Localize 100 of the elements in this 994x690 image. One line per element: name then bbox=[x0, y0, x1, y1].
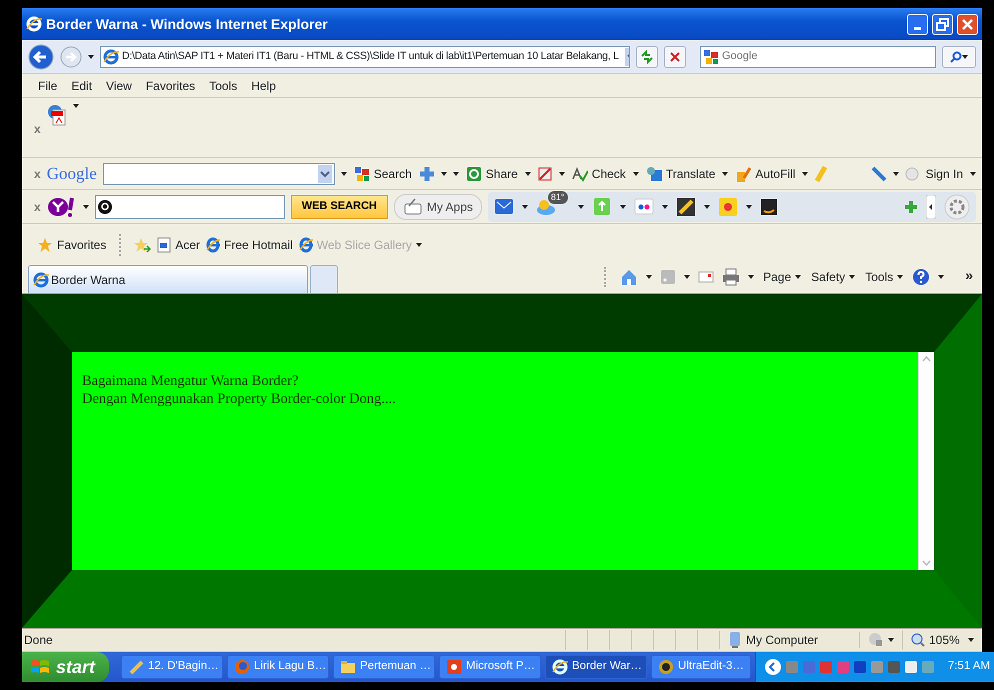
caret-icon[interactable] bbox=[578, 204, 584, 208]
toolbar-close[interactable]: x bbox=[34, 198, 41, 216]
ie-logo-icon bbox=[552, 659, 568, 675]
caret-icon[interactable] bbox=[684, 274, 690, 278]
status-text: Done bbox=[24, 632, 54, 649]
add-favorite-icon[interactable] bbox=[133, 237, 152, 253]
plus-icon[interactable] bbox=[418, 166, 435, 182]
caret-icon[interactable] bbox=[704, 204, 710, 208]
sign-in-button[interactable]: Sign In bbox=[924, 164, 964, 184]
caret-icon[interactable] bbox=[88, 54, 94, 58]
my-apps-button[interactable]: My Apps bbox=[394, 194, 482, 220]
caret-icon[interactable] bbox=[892, 172, 899, 176]
minimize-button[interactable] bbox=[907, 14, 928, 34]
toolbar-button[interactable]: AutoFill bbox=[734, 164, 796, 184]
mail-icon[interactable] bbox=[494, 196, 514, 216]
settings-icon[interactable] bbox=[944, 194, 970, 220]
ie-logo-icon bbox=[298, 237, 313, 253]
menu-item[interactable]: Favorites bbox=[146, 76, 196, 94]
search-box[interactable]: Google bbox=[700, 46, 936, 68]
zoom-icon bbox=[911, 633, 925, 647]
yahoo-logo-icon[interactable] bbox=[46, 196, 77, 218]
shopping-app-icon[interactable] bbox=[718, 196, 738, 216]
address-field[interactable]: D:\Data Atin\SAP IT1 + Materi IT1 (Baru - HTML & CSS)\Slide IT untuk di lab\it1\Pertemuan 10 Latar Belakang, L bbox=[100, 46, 630, 68]
mail-icon[interactable] bbox=[698, 270, 714, 284]
caret-icon[interactable] bbox=[340, 172, 347, 176]
ie-logo-icon bbox=[103, 48, 119, 64]
back-icon[interactable] bbox=[28, 44, 54, 70]
home-icon[interactable] bbox=[620, 268, 638, 286]
taskbar-item[interactable]: 12. D'Bagin… bbox=[121, 655, 224, 679]
caret-icon[interactable] bbox=[722, 172, 728, 176]
google-icon bbox=[354, 166, 370, 182]
menu-item[interactable]: Tools bbox=[209, 76, 238, 94]
taskbar-item[interactable]: Border War… bbox=[545, 655, 648, 679]
caret-icon[interactable] bbox=[524, 172, 531, 176]
expand-icon[interactable] bbox=[764, 658, 782, 676]
collapse-icon[interactable] bbox=[926, 194, 936, 218]
zoom-button[interactable]: 105% bbox=[902, 630, 980, 650]
caret-icon[interactable] bbox=[558, 172, 565, 176]
toolbar-button[interactable]: Check bbox=[570, 164, 627, 184]
toolbar-button[interactable]: Search bbox=[352, 164, 413, 184]
refresh-button[interactable] bbox=[636, 46, 658, 68]
more-button[interactable]: » bbox=[964, 266, 974, 282]
caret-icon[interactable] bbox=[748, 274, 754, 278]
print-icon[interactable] bbox=[722, 268, 740, 286]
help-icon[interactable] bbox=[912, 268, 930, 286]
caret-icon[interactable] bbox=[620, 204, 626, 208]
search-icon bbox=[950, 50, 962, 62]
caret-icon[interactable] bbox=[888, 638, 894, 642]
restore-button[interactable] bbox=[932, 14, 953, 34]
caret-icon[interactable] bbox=[746, 204, 752, 208]
caret-icon[interactable] bbox=[897, 274, 904, 278]
taskbar-item[interactable]: Microsoft P… bbox=[439, 655, 542, 679]
caret-icon[interactable] bbox=[962, 54, 968, 58]
minimize-icon bbox=[914, 27, 921, 30]
menu-item[interactable]: Edit bbox=[71, 76, 92, 94]
caret-icon[interactable] bbox=[938, 274, 944, 278]
folder-icon bbox=[340, 659, 356, 675]
favorites-link[interactable]: Free Hotmail bbox=[206, 236, 293, 254]
command-menu[interactable]: Safety bbox=[810, 266, 856, 286]
caret-icon[interactable] bbox=[632, 172, 639, 176]
box-icon[interactable] bbox=[760, 198, 778, 216]
blocker-icon[interactable] bbox=[536, 166, 553, 182]
ie-logo-icon bbox=[206, 237, 220, 253]
taskbar-item[interactable]: Pertemuan … bbox=[333, 655, 436, 679]
toolbar-button[interactable]: Share bbox=[464, 164, 519, 184]
search-button[interactable] bbox=[942, 46, 976, 68]
toolbar-close[interactable]: x bbox=[34, 120, 41, 138]
google-search-field[interactable] bbox=[102, 162, 335, 184]
yahoo-search-field[interactable] bbox=[94, 194, 285, 218]
menu-item[interactable]: File bbox=[38, 76, 58, 94]
taskbar-item[interactable]: Lirik Lagu B… bbox=[227, 655, 330, 679]
menu-item[interactable]: Help bbox=[251, 76, 276, 94]
dropdown-icon[interactable] bbox=[318, 164, 332, 182]
ie-logo-icon bbox=[33, 272, 49, 288]
caret-icon[interactable] bbox=[802, 172, 808, 176]
text-line: Bagaimana Mengatur Warna Border? bbox=[82, 372, 300, 390]
menu-item[interactable]: View bbox=[106, 76, 132, 94]
google-logo: Google bbox=[46, 162, 97, 185]
caret-icon[interactable] bbox=[968, 638, 974, 642]
caret-icon[interactable] bbox=[662, 204, 668, 208]
stop-button[interactable] bbox=[664, 46, 686, 68]
caret-icon[interactable] bbox=[522, 204, 528, 208]
close-button[interactable] bbox=[957, 14, 978, 34]
caret-icon[interactable] bbox=[646, 274, 652, 278]
taskbar-item[interactable]: UltraEdit-3… bbox=[651, 655, 751, 679]
dots-icon[interactable] bbox=[634, 196, 654, 216]
favorites-link[interactable]: Acer bbox=[157, 236, 200, 254]
toolbar-close[interactable]: x bbox=[34, 164, 41, 182]
toolbar-button[interactable]: Translate bbox=[644, 164, 716, 184]
command-menu[interactable]: Tools bbox=[864, 266, 904, 286]
browser-tab[interactable]: Border Warna bbox=[28, 265, 308, 293]
caret-icon[interactable] bbox=[82, 204, 89, 208]
caret-icon[interactable] bbox=[849, 274, 856, 278]
favorites-button[interactable]: Favorites bbox=[36, 235, 108, 255]
web-search-button[interactable]: WEB SEARCH bbox=[290, 194, 388, 218]
caret-icon[interactable] bbox=[795, 274, 802, 278]
caret-icon[interactable] bbox=[970, 172, 976, 176]
pdf-icon[interactable] bbox=[46, 104, 67, 126]
command-menu[interactable]: Page bbox=[762, 266, 802, 286]
caret-icon[interactable] bbox=[72, 104, 79, 108]
